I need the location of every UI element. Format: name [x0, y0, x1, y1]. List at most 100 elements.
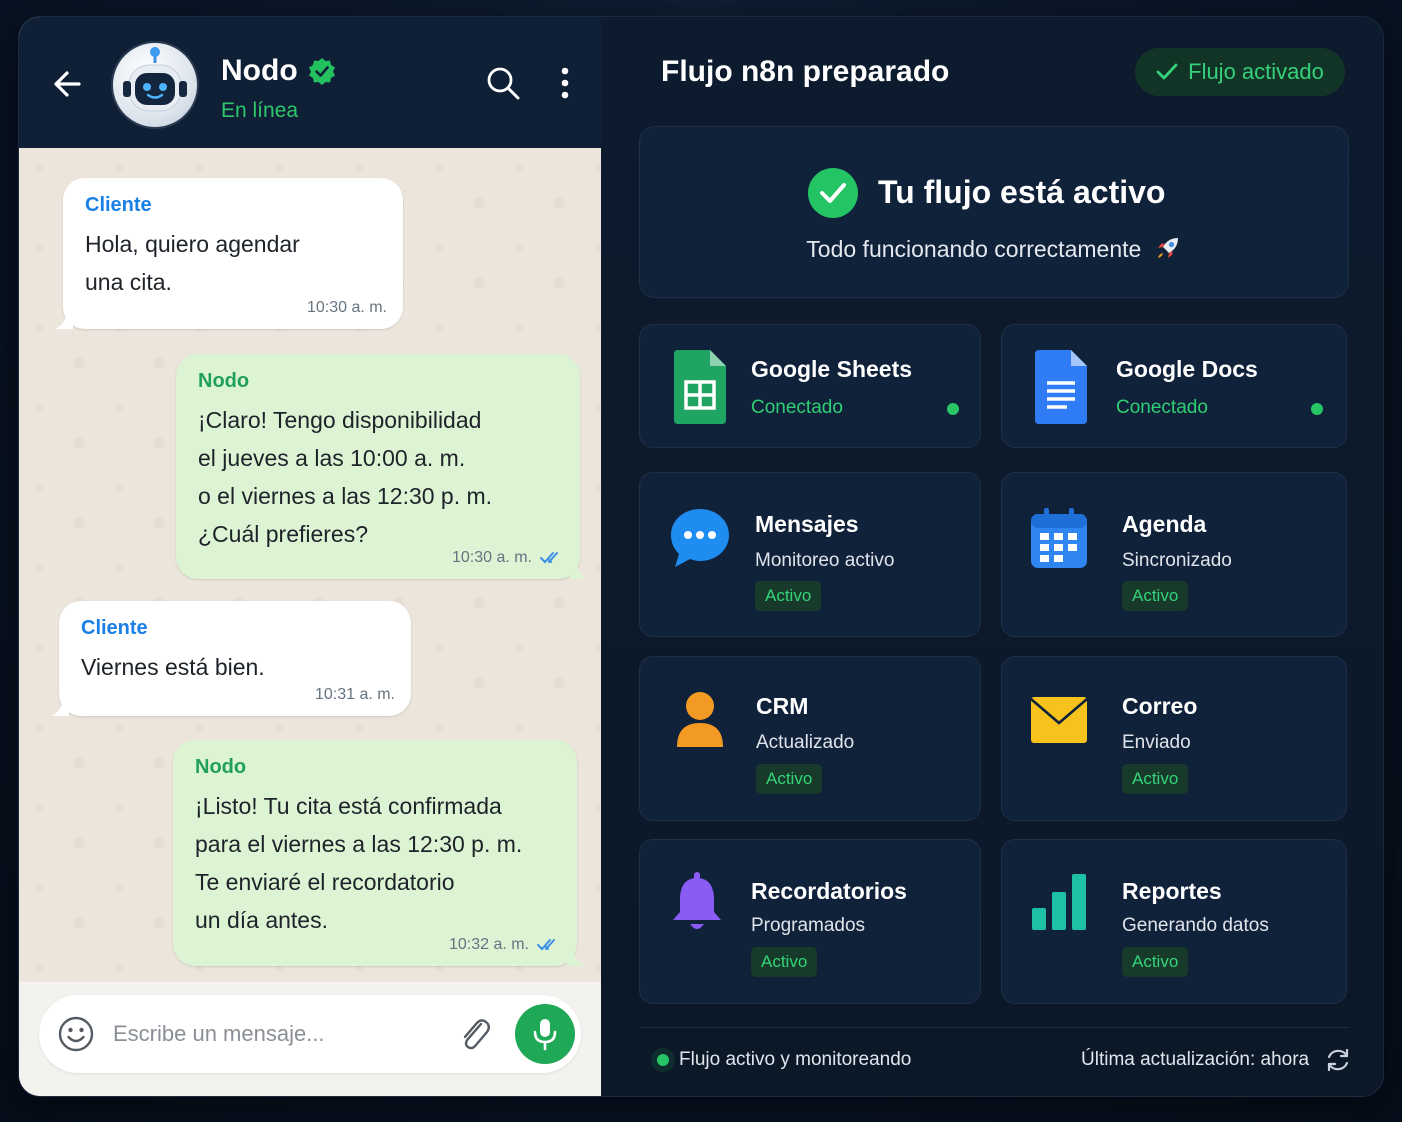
message-text-line: ¡Claro! Tengo disponibilidad — [198, 407, 482, 433]
card-title: Mensajes — [755, 511, 859, 537]
message-input[interactable] — [113, 1013, 433, 1055]
verified-badge-icon — [308, 58, 335, 85]
message-sender: Nodo — [195, 756, 247, 778]
message-text-line: para el viernes a las 12:30 p. m. — [195, 831, 523, 857]
message-text-line: ¡Listo! Tu cita está confirmada — [195, 793, 502, 819]
bubble-tail — [51, 700, 69, 716]
status-badge: Activo — [1122, 764, 1189, 794]
message-composer — [19, 982, 601, 1096]
flow-activated-label: Flujo activado — [1188, 59, 1324, 84]
message-time: 10:31 a. m. — [314, 686, 395, 703]
message-meta: 10:30 a. m. — [307, 299, 387, 317]
card-subtitle: Generando datos — [1122, 915, 1269, 936]
card-title: Recordatorios — [751, 878, 907, 904]
emoji-icon[interactable] — [57, 1015, 95, 1053]
chat-panel: Nodo En línea Cliente Hola, quiero agend… — [19, 17, 601, 1096]
status-badge: Activo — [756, 764, 823, 794]
message-meta: 10:31 a. m. — [315, 686, 395, 704]
microphone-icon — [533, 1019, 557, 1051]
chat-bubble-icon — [671, 509, 729, 567]
status-badge: Activo — [755, 581, 822, 611]
message-bubble-incoming[interactable]: Cliente Viernes está bien. 10:31 a. m. — [51, 601, 411, 716]
microphone-button[interactable] — [515, 1004, 575, 1064]
google-sheets-icon — [674, 350, 726, 424]
contact-name-text: Nodo — [221, 54, 298, 87]
last-updated: Última actualización: ahora — [1081, 1049, 1310, 1070]
message-sender: Cliente — [85, 194, 152, 216]
robot-icon — [123, 47, 187, 112]
refresh-icon[interactable] — [1325, 1047, 1351, 1073]
message-sender: Cliente — [81, 617, 148, 639]
bar-chart-icon — [1032, 874, 1086, 930]
card-title: Agenda — [1122, 511, 1207, 537]
message-text-line: el jueves a las 10:00 a. m. — [198, 445, 466, 471]
message-text-line: una cita. — [85, 269, 172, 295]
message-list[interactable]: Cliente Hola, quiero agendar una cita. 1… — [19, 148, 601, 982]
card-title: Google Sheets — [751, 356, 913, 382]
card-subtitle: Actualizado — [756, 732, 855, 753]
integration-card-google-docs[interactable]: Google Docs Conectado — [1001, 324, 1347, 448]
back-arrow-icon[interactable] — [49, 64, 89, 104]
module-card-agenda[interactable]: Agenda Sincronizado Activo — [1001, 472, 1347, 637]
module-card-correo[interactable]: Correo Enviado Activo — [1001, 656, 1347, 821]
flow-status-subtitle: Todo funcionando correctamente — [640, 234, 1348, 263]
bubble-tail — [570, 563, 588, 579]
avatar[interactable] — [111, 41, 199, 129]
rocket-icon — [1157, 238, 1178, 258]
check-icon — [1156, 63, 1178, 80]
status-badge: Activo — [751, 947, 818, 977]
flow-status-subtitle-text: Todo funcionando correctamente — [806, 236, 1142, 262]
message-bubble-incoming[interactable]: Cliente Hola, quiero agendar una cita. 1… — [55, 178, 403, 329]
bubble-tail — [567, 950, 585, 966]
module-card-crm[interactable]: CRM Actualizado Activo — [639, 656, 981, 821]
status-dot — [657, 1054, 669, 1066]
message-bubble-outgoing[interactable]: Nodo ¡Listo! Tu cita está confirmada par… — [173, 740, 585, 966]
calendar-icon — [1031, 508, 1087, 568]
message-meta: 10:30 a. m. — [452, 549, 564, 567]
message-text-line: un día antes. — [195, 907, 328, 933]
app-frame: Nodo En línea Cliente Hola, quiero agend… — [18, 16, 1384, 1097]
chat-header: Nodo En línea — [19, 17, 601, 148]
contact-name: Nodo — [221, 54, 336, 88]
flow-title: Flujo n8n preparado — [661, 55, 950, 88]
module-card-recordatorios[interactable]: Recordatorios Programados Activo — [639, 839, 981, 1004]
card-subtitle: Sincronizado — [1122, 550, 1232, 571]
footer-status: Flujo activo y monitoreando — [657, 1049, 911, 1071]
message-time: 10:30 a. m. — [451, 549, 532, 566]
card-title: Google Docs — [1116, 356, 1258, 382]
message-text-line: ¿Cuál prefieres? — [198, 521, 369, 547]
card-title: Correo — [1122, 693, 1198, 719]
paperclip-icon[interactable] — [457, 1015, 493, 1053]
message-text-line: Hola, quiero agendar — [85, 231, 300, 257]
google-docs-icon — [1035, 350, 1087, 424]
connected-dot — [947, 403, 959, 415]
message-time: 10:30 a. m. — [306, 299, 387, 316]
card-status: Conectado — [751, 397, 843, 418]
module-card-mensajes[interactable]: Mensajes Monitoreo activo Activo — [639, 472, 981, 637]
bell-icon — [673, 872, 721, 929]
message-input-container — [39, 995, 581, 1073]
integration-card-google-sheets[interactable]: Google Sheets Conectado — [639, 324, 981, 448]
flow-status-title: Tu flujo está activo — [878, 174, 1166, 210]
mail-icon — [1030, 697, 1088, 743]
more-options-icon[interactable] — [555, 65, 575, 101]
status-badge: Activo — [1122, 581, 1189, 611]
footer-status-text: Flujo activo y monitoreando — [679, 1049, 912, 1070]
card-title: CRM — [756, 693, 809, 719]
read-receipt-icon — [540, 552, 558, 564]
flow-status-card: Tu flujo está activo Todo funcionando co… — [639, 126, 1349, 298]
message-text-line: Te enviaré el recordatorio — [195, 869, 455, 895]
module-card-reportes[interactable]: Reportes Generando datos Activo — [1001, 839, 1347, 1004]
card-title: Reportes — [1122, 878, 1222, 904]
card-subtitle: Programados — [751, 915, 866, 936]
footer-divider — [639, 1027, 1349, 1028]
search-icon[interactable] — [485, 65, 521, 101]
card-subtitle: Monitoreo activo — [755, 550, 895, 571]
message-bubble-outgoing[interactable]: Nodo ¡Claro! Tengo disponibilidad el jue… — [176, 354, 588, 579]
flow-activated-badge[interactable]: Flujo activado — [1135, 48, 1345, 96]
card-status: Conectado — [1116, 397, 1208, 418]
message-meta: 10:32 a. m. — [449, 936, 561, 954]
flow-panel: Flujo n8n preparado Flujo activado Tu fl… — [601, 17, 1383, 1096]
status-badge: Activo — [1122, 947, 1189, 977]
read-receipt-icon — [537, 939, 555, 951]
